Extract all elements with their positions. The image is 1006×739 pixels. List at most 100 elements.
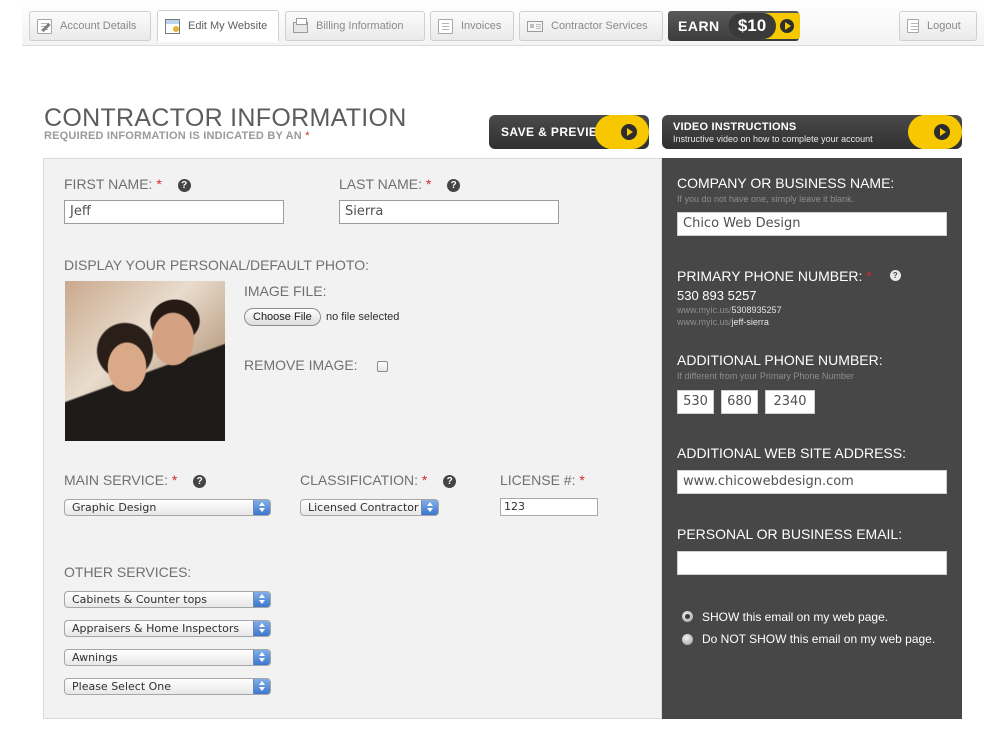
hide-email-label: Do NOT SHOW this email on my web page. (702, 632, 936, 646)
other-service-value: Appraisers & Home Inspectors (72, 622, 240, 635)
help-icon[interactable]: ? (889, 270, 901, 281)
tab-contractor-services[interactable]: Contractor Services (519, 11, 663, 41)
website-label: ADDITIONAL WEB SITE ADDRESS: (677, 445, 906, 461)
show-email-label: SHOW this email on my web page. (702, 610, 889, 624)
last-name-input[interactable]: Sierra (339, 200, 559, 224)
select-arrows-icon (253, 679, 270, 694)
main-service-label: MAIN SERVICE: * ? (64, 472, 207, 488)
email-input[interactable] (677, 551, 947, 575)
main-service-label-text: MAIN SERVICE: (64, 472, 168, 488)
tab-label: Billing Information (316, 20, 404, 32)
logout-icon (907, 19, 919, 33)
earn-amount-pill: $10 (728, 13, 800, 39)
first-name-input[interactable]: Jeff (64, 200, 284, 224)
required-marker: * (156, 176, 162, 192)
earn-label: EARN (678, 18, 720, 34)
required-marker: * (171, 472, 178, 488)
image-file-label: IMAGE FILE: (244, 283, 327, 299)
top-navigation: Account Details Edit My Website Billing … (22, 0, 984, 46)
select-arrows-icon (253, 592, 270, 607)
last-name-label-text: LAST NAME: (339, 176, 422, 192)
main-service-select[interactable]: Graphic Design (64, 499, 271, 516)
save-preview-label: SAVE & PREVIEW (501, 125, 610, 139)
additional-phone-area-code[interactable]: 530 (677, 390, 714, 414)
main-service-value: Graphic Design (72, 501, 157, 514)
additional-phone-line[interactable]: 2340 (765, 390, 815, 414)
other-service-value: Please Select One (72, 680, 172, 693)
webpage-icon (165, 18, 180, 34)
other-service-value: Cabinets & Counter tops (72, 593, 208, 606)
card-icon (527, 20, 543, 32)
help-icon[interactable]: ? (193, 475, 207, 488)
help-icon[interactable]: ? (177, 179, 191, 192)
select-arrows-icon (421, 500, 438, 515)
website-input[interactable]: www.chicowebdesign.com (677, 470, 947, 494)
first-name-label: FIRST NAME: * ? (64, 176, 191, 192)
show-email-radio[interactable] (682, 611, 693, 622)
required-info-text: REQUIRED INFORMATION IS INDICATED BY AN (44, 130, 302, 142)
url-suffix: 5308935257 (731, 305, 782, 315)
company-label: COMPANY OR BUSINESS NAME: (677, 175, 895, 191)
primary-phone-url-1: www.myic.us/5308935257 (677, 305, 782, 315)
other-service-select-3[interactable]: Awnings (64, 649, 271, 666)
earn-amount: $10 (728, 13, 776, 39)
logout-button[interactable]: Logout (899, 11, 977, 41)
play-icon (780, 19, 794, 33)
last-name-label: LAST NAME: * ? (339, 176, 461, 192)
required-marker: * (305, 130, 310, 142)
additional-phone-hint: If different from your Primary Phone Num… (677, 371, 854, 381)
company-hint: If you do not have one, simply leave it … (677, 194, 855, 204)
license-label-text: LICENSE #: (500, 472, 576, 488)
classification-select[interactable]: Licensed Contractor (300, 499, 439, 516)
select-arrows-icon (253, 500, 270, 515)
profile-photo (65, 281, 225, 441)
tab-account-details[interactable]: Account Details (29, 11, 151, 41)
classification-label: CLASSIFICATION: * ? (300, 472, 457, 488)
video-instructions-subtitle: Instructive video on how to complete you… (673, 134, 873, 144)
hide-email-radio[interactable] (682, 634, 693, 645)
select-arrows-icon (253, 621, 270, 636)
page: Account Details Edit My Website Billing … (0, 0, 1006, 739)
video-instructions-button[interactable]: VIDEO INSTRUCTIONS Instructive video on … (662, 115, 962, 149)
photo-label: DISPLAY YOUR PERSONAL/DEFAULT PHOTO: (64, 257, 369, 273)
classification-value: Licensed Contractor (308, 501, 419, 514)
required-marker: * (579, 472, 585, 488)
license-label: LICENSE #: * (500, 472, 585, 488)
tab-edit-my-website[interactable]: Edit My Website (157, 10, 279, 42)
other-services-label: OTHER SERVICES: (64, 564, 192, 580)
additional-phone-prefix[interactable]: 680 (721, 390, 758, 414)
tab-label: Contractor Services (551, 20, 648, 32)
tab-label: Invoices (461, 20, 502, 32)
other-service-value: Awnings (72, 651, 118, 664)
contact-info-panel: COMPANY OR BUSINESS NAME: If you do not … (662, 158, 962, 719)
primary-phone-value: 530 893 5257 (677, 288, 757, 303)
page-title: CONTRACTOR INFORMATION (44, 104, 407, 132)
tab-invoices[interactable]: Invoices (430, 11, 514, 41)
help-icon[interactable]: ? (447, 179, 461, 192)
other-service-select-2[interactable]: Appraisers & Home Inspectors (64, 620, 271, 637)
other-service-select-1[interactable]: Cabinets & Counter tops (64, 591, 271, 608)
tab-billing-information[interactable]: Billing Information (285, 11, 425, 41)
required-marker: * (866, 268, 872, 284)
other-service-select-4[interactable]: Please Select One (64, 678, 271, 695)
url-prefix: www.myic.us/ (677, 305, 732, 315)
first-name-label-text: FIRST NAME: (64, 176, 153, 192)
help-icon[interactable]: ? (443, 475, 457, 488)
earn-button[interactable]: EARN $10 (668, 11, 800, 41)
save-preview-button[interactable]: SAVE & PREVIEW (489, 115, 649, 149)
play-icon (621, 124, 637, 140)
printer-icon (293, 18, 308, 33)
document-icon (438, 18, 453, 34)
additional-phone-label: ADDITIONAL PHONE NUMBER: (677, 352, 883, 368)
required-marker: * (421, 472, 428, 488)
primary-phone-label: PRIMARY PHONE NUMBER: * ? (677, 268, 901, 284)
page-subtitle: REQUIRED INFORMATION IS INDICATED BY AN … (44, 130, 310, 142)
company-input[interactable]: Chico Web Design (677, 212, 947, 236)
remove-image-checkbox[interactable] (377, 361, 388, 372)
remove-image-label: REMOVE IMAGE: (244, 357, 358, 373)
primary-phone-url-2: www.myic.us/jeff-sierra (677, 317, 769, 327)
choose-file-button[interactable]: Choose File (244, 308, 321, 326)
video-instructions-label: VIDEO INSTRUCTIONS (673, 121, 797, 133)
license-input[interactable]: 123 (500, 498, 598, 516)
primary-phone-label-text: PRIMARY PHONE NUMBER: (677, 268, 863, 284)
